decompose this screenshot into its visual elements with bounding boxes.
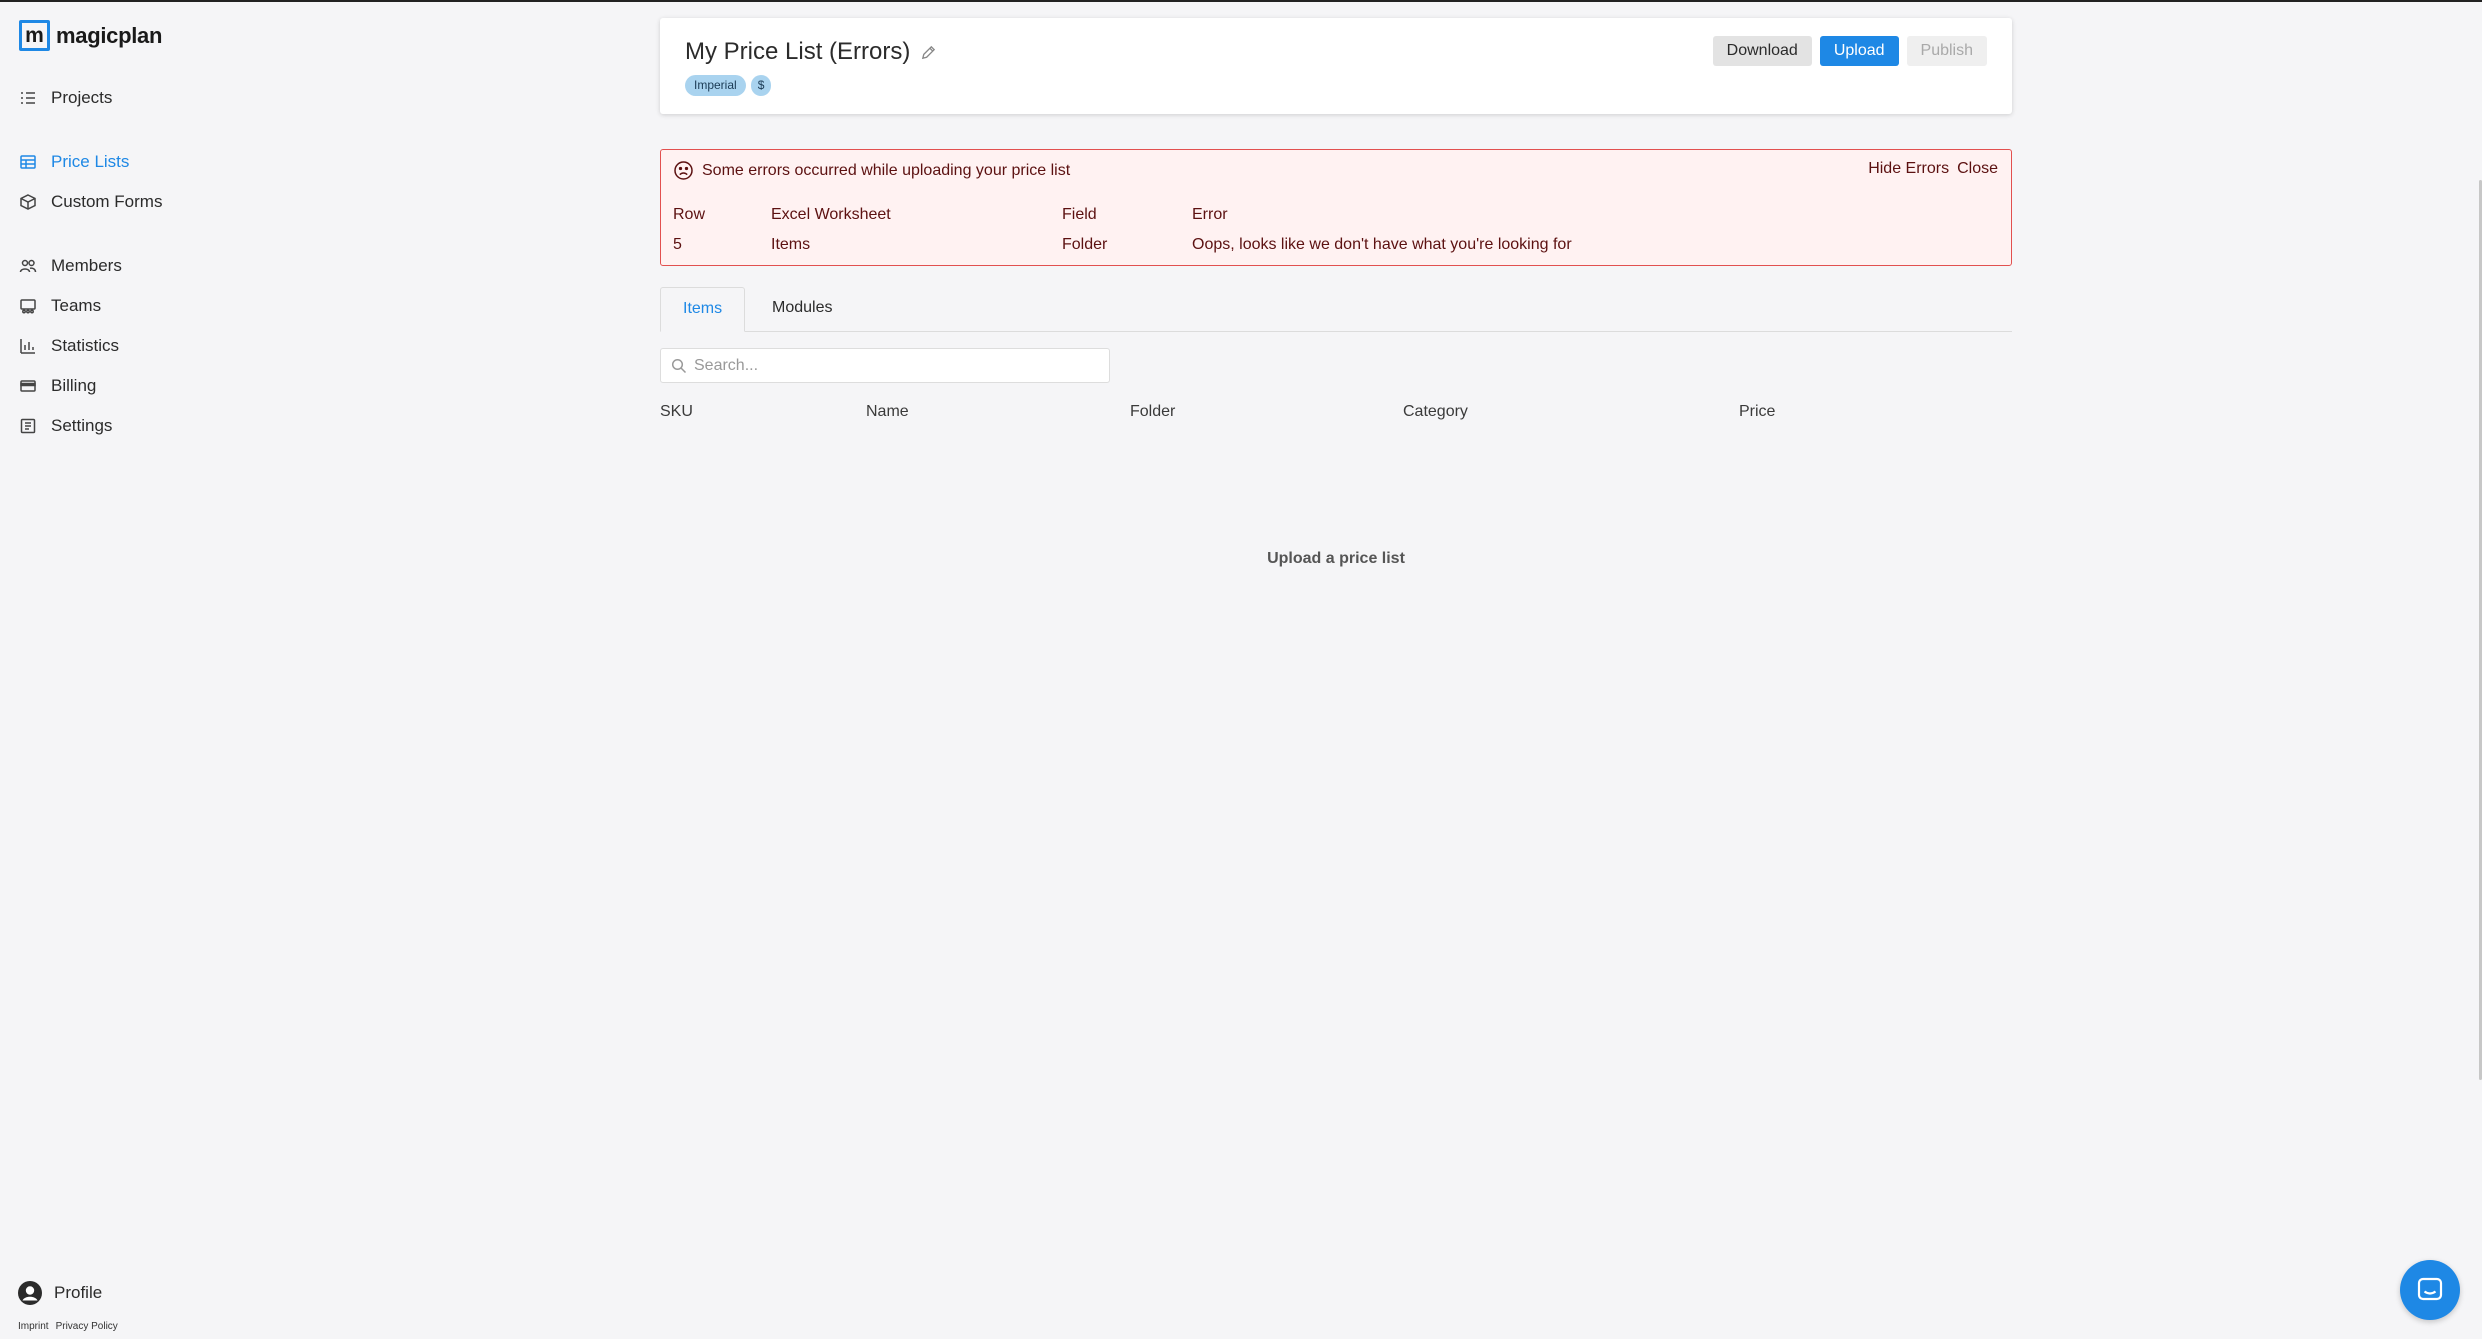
sidebar-item-statistics[interactable]: Statistics — [19, 336, 119, 356]
sidebar-item-label: Statistics — [51, 336, 120, 355]
profile-label: Profile — [54, 1283, 103, 1302]
error-message: Some errors occurred while uploading you… — [702, 161, 1071, 179]
column-header-folder[interactable]: Folder — [1130, 403, 1175, 421]
privacy-policy-link[interactable]: Privacy Policy — [56, 1321, 118, 1332]
publish-button[interactable]: Publish — [1906, 36, 1987, 66]
chat-launcher-button[interactable] — [2400, 1260, 2460, 1320]
error-row-number: 5 — [673, 236, 682, 253]
sidebar-item-settings[interactable]: Settings — [19, 416, 112, 436]
search-icon — [671, 358, 687, 373]
credit-card-icon — [20, 380, 36, 392]
table-row: 5 Items Folder Oops, looks like we don't… — [673, 230, 1692, 260]
bar-chart-icon — [20, 339, 35, 354]
team-icon — [20, 299, 36, 314]
imprint-link[interactable]: Imprint — [18, 1321, 49, 1332]
column-header-name[interactable]: Name — [866, 403, 909, 421]
error-field: Folder — [1062, 236, 1108, 253]
settings-icon — [20, 418, 36, 434]
logo-text: magicplan — [56, 22, 163, 48]
sidebar-item-members[interactable]: Members — [19, 256, 122, 276]
sad-face-icon — [674, 161, 693, 180]
price-list-header: My Price List (Errors) Imperial $ Downlo… — [660, 18, 2012, 114]
profile-link[interactable]: Profile — [18, 1281, 102, 1305]
upload-error-panel: Some errors occurred while uploading you… — [660, 149, 2012, 266]
error-table: Row Excel Worksheet Field Error 5 Items … — [673, 200, 1692, 260]
window-top-border — [0, 0, 2482, 2]
tag-list: Imperial $ — [685, 75, 772, 96]
search-input[interactable] — [694, 356, 1094, 375]
tab-bar: Items Modules — [660, 287, 2012, 332]
column-header-category[interactable]: Category — [1403, 403, 1468, 421]
sidebar-item-label: Custom Forms — [51, 192, 163, 211]
users-icon — [19, 259, 37, 273]
sidebar-item-teams[interactable]: Teams — [19, 296, 101, 316]
pencil-icon[interactable] — [920, 44, 937, 61]
page-title: My Price List (Errors) — [685, 38, 911, 65]
sidebar-item-label: Members — [51, 256, 122, 275]
column-header-sku[interactable]: SKU — [660, 403, 693, 421]
chat-icon — [2417, 1277, 2443, 1301]
unit-tag: Imperial — [685, 75, 746, 96]
sidebar-item-billing[interactable]: Billing — [19, 376, 96, 396]
hide-errors-button[interactable]: Hide Errors — [1868, 160, 1949, 178]
search-box — [660, 348, 1110, 383]
close-errors-button[interactable]: Close — [1957, 160, 1998, 178]
error-table-header: Row Excel Worksheet Field Error — [673, 200, 1692, 230]
column-header-field: Field — [1062, 206, 1097, 223]
sidebar-item-label: Projects — [51, 88, 113, 107]
sidebar: m magicplan Projects Price Lists Custom … — [0, 0, 200, 1339]
sidebar-item-price-lists[interactable]: Price Lists — [19, 152, 129, 172]
footer-links: Imprint Privacy Policy — [18, 1321, 118, 1332]
sidebar-item-custom-forms[interactable]: Custom Forms — [19, 192, 162, 212]
empty-state-message: Upload a price list — [1267, 550, 1405, 567]
sidebar-item-label: Billing — [51, 376, 97, 395]
error-detail: Oops, looks like we don't have what you'… — [1192, 236, 1572, 253]
user-avatar-icon — [18, 1281, 42, 1305]
error-worksheet: Items — [771, 236, 811, 253]
sidebar-item-projects[interactable]: Projects — [19, 88, 112, 108]
list-icon — [21, 92, 35, 104]
logo[interactable]: m magicplan — [19, 20, 162, 51]
table-icon — [20, 155, 36, 169]
sidebar-item-label: Price Lists — [51, 152, 130, 171]
tab-items[interactable]: Items — [660, 287, 746, 332]
column-header-row: Row — [673, 206, 706, 223]
column-header-error: Error — [1192, 206, 1228, 223]
column-header-worksheet: Excel Worksheet — [771, 206, 891, 223]
currency-tag: $ — [750, 75, 772, 96]
tab-modules[interactable]: Modules — [750, 287, 854, 332]
logo-mark: m — [19, 20, 50, 51]
upload-button[interactable]: Upload — [1819, 36, 1899, 66]
column-header-price[interactable]: Price — [1739, 403, 1775, 421]
sidebar-item-label: Teams — [51, 296, 102, 315]
sidebar-item-label: Settings — [51, 416, 113, 435]
cube-icon — [20, 194, 36, 210]
download-button[interactable]: Download — [1712, 36, 1812, 66]
